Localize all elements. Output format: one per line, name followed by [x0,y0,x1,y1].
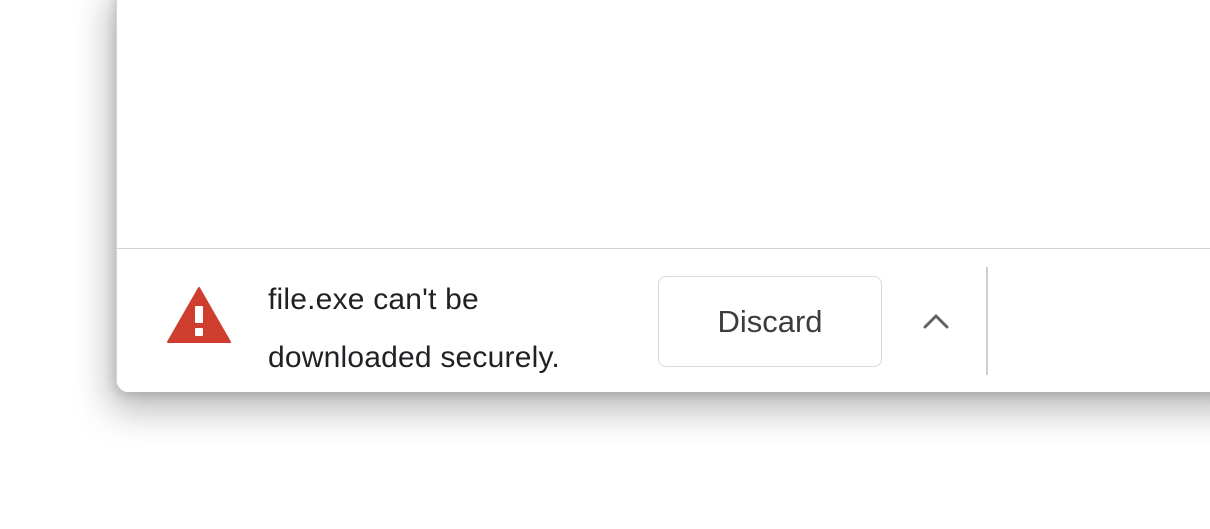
download-warning-line-2: downloaded securely. [268,341,560,374]
page-content-area [117,0,1210,248]
browser-window: file.exe can't be downloaded securely. D… [116,0,1210,392]
shelf-divider [986,267,988,375]
chevron-up-icon [923,314,949,329]
download-warning-message: file.exe can't be downloaded securely. [268,271,648,387]
download-shelf: file.exe can't be downloaded securely. D… [117,248,1210,392]
screen: file.exe can't be downloaded securely. D… [0,0,1210,529]
discard-button[interactable]: Discard [658,276,882,367]
expand-download-options-button[interactable] [912,297,960,345]
warning-triangle-icon [167,287,231,343]
download-warning-line-1: file.exe can't be [268,283,479,316]
